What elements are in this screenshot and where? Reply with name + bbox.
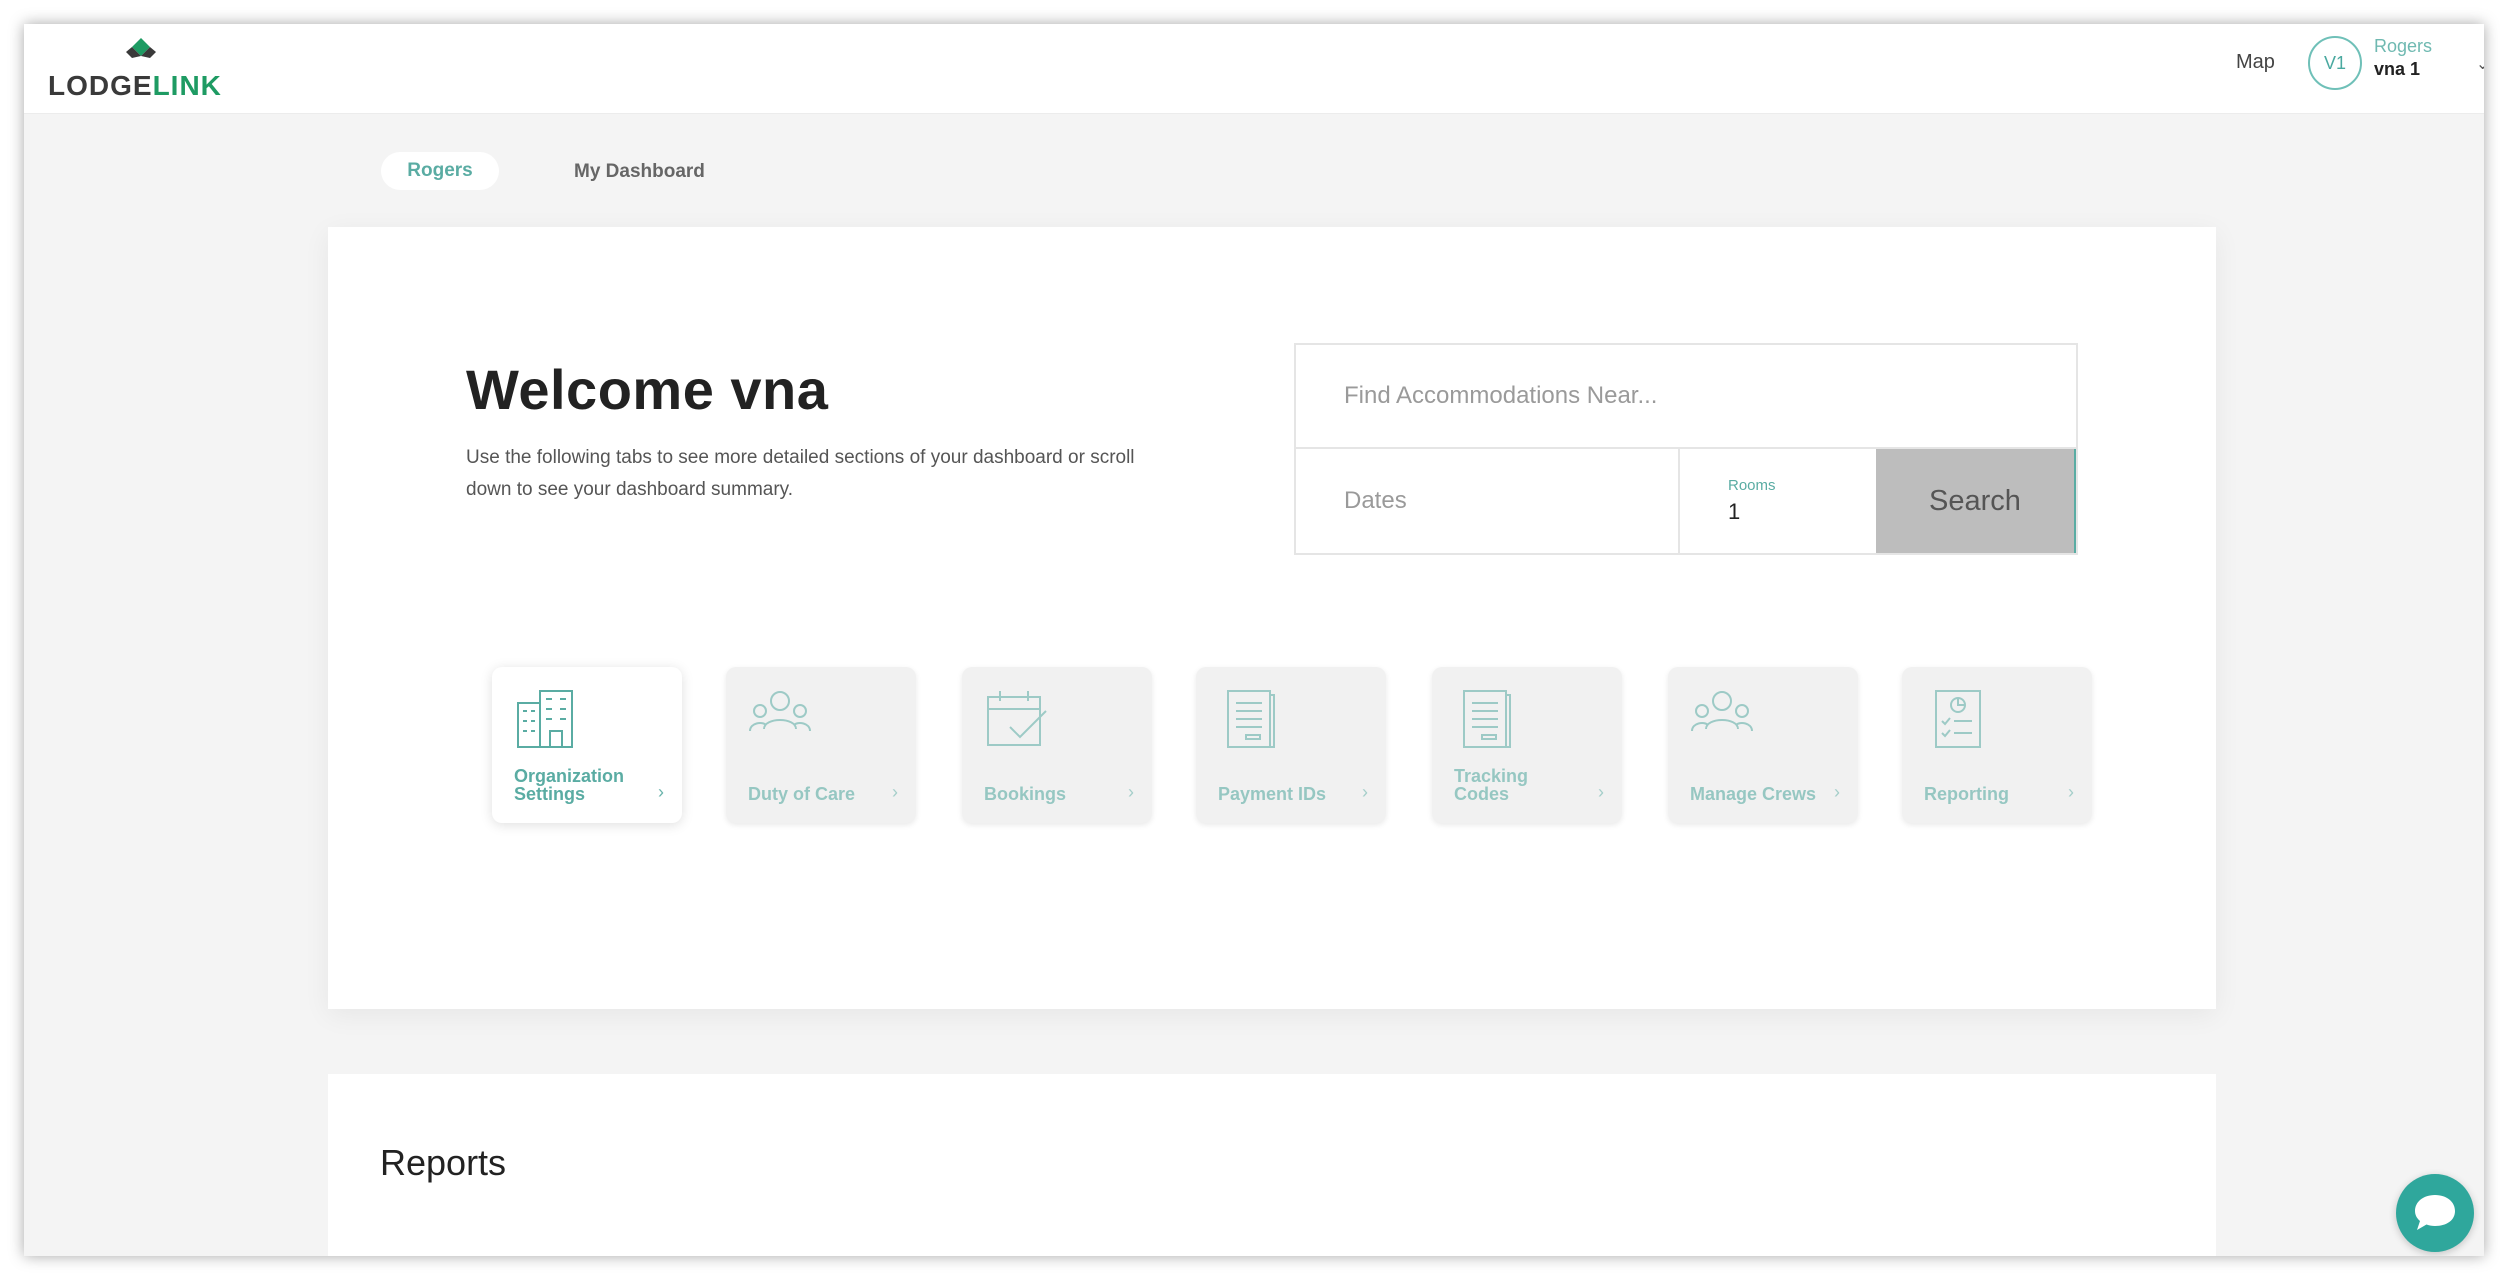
report-checklist-icon (1935, 690, 1981, 748)
tile-bookings[interactable]: Bookings › (962, 667, 1152, 823)
rooms-field[interactable]: Rooms 1 (1680, 449, 1876, 553)
chevron-down-icon[interactable]: ⌄ (2476, 54, 2484, 74)
accommodation-search: Dates Rooms 1 Search (1294, 343, 2078, 555)
user-org-label[interactable]: Rogers (2374, 36, 2432, 57)
chevron-right-icon: › (2068, 782, 2074, 802)
welcome-card: Welcome vna Use the following tabs to se… (328, 227, 2216, 1009)
reports-section: Reports (328, 1074, 2216, 1256)
dates-field[interactable]: Dates (1296, 449, 1680, 553)
search-location-input[interactable] (1296, 345, 2076, 449)
building-icon (517, 690, 573, 748)
chevron-right-icon: › (1834, 782, 1840, 802)
tile-label: Bookings (984, 784, 1067, 804)
chevron-right-icon: › (1598, 782, 1604, 802)
tile-label: Payment IDs (1218, 784, 1327, 804)
document-icon (1463, 690, 1511, 748)
tab-rogers[interactable]: Rogers (381, 152, 499, 190)
logo-text: LODGELINK (48, 70, 222, 101)
tile-reporting[interactable]: Reporting › (1902, 667, 2092, 823)
logo-mark-icon (126, 38, 156, 58)
search-button[interactable]: Search (1876, 449, 2076, 553)
chat-button[interactable] (2396, 1174, 2474, 1252)
reports-title: Reports (380, 1142, 507, 1183)
tile-label: Duty of Care (748, 784, 856, 804)
tile-label: Organization Settings (514, 766, 625, 804)
user-name-label[interactable]: vna 1 (2374, 59, 2420, 80)
calendar-check-icon (987, 691, 1047, 746)
tile-manage-crews[interactable]: Manage Crews › (1668, 667, 1858, 823)
tile-label: Tracking Codes (1454, 766, 1529, 804)
people-icon (749, 691, 811, 732)
tile-label: Reporting (1924, 784, 2009, 804)
tab-my-dashboard[interactable]: My Dashboard (574, 161, 705, 183)
tile-organization-settings[interactable]: Organization Settings › (492, 667, 682, 823)
tile-duty-of-care[interactable]: Duty of Care › (726, 667, 916, 823)
document-icon (1227, 690, 1275, 748)
tile-label: Manage Crews (1690, 784, 1817, 804)
chevron-right-icon: › (1128, 782, 1134, 802)
welcome-description: Use the following tabs to see more detai… (466, 447, 1135, 500)
avatar[interactable]: V1 (2308, 36, 2362, 90)
tile-payment-ids[interactable]: Payment IDs › (1196, 667, 1386, 823)
top-header: LODGELINK Map V1 Rogers vna 1 ⌄ (24, 24, 2484, 114)
app-window: LODGELINK Map V1 Rogers vna 1 ⌄ Rogers M… (24, 24, 2484, 1256)
chevron-right-icon: › (1362, 782, 1368, 802)
rooms-label: Rooms (1728, 477, 1776, 494)
rooms-value: 1 (1728, 499, 1741, 524)
map-link[interactable]: Map (2236, 51, 2275, 74)
people-icon (1691, 691, 1753, 732)
tile-tracking-codes[interactable]: Tracking Codes › (1432, 667, 1622, 823)
lodgelink-logo[interactable]: LODGELINK (48, 36, 221, 106)
chevron-right-icon: › (658, 782, 664, 802)
chevron-right-icon: › (892, 782, 898, 802)
page-title: Welcome vna (466, 358, 829, 421)
chat-bubble-icon (2415, 1195, 2455, 1230)
